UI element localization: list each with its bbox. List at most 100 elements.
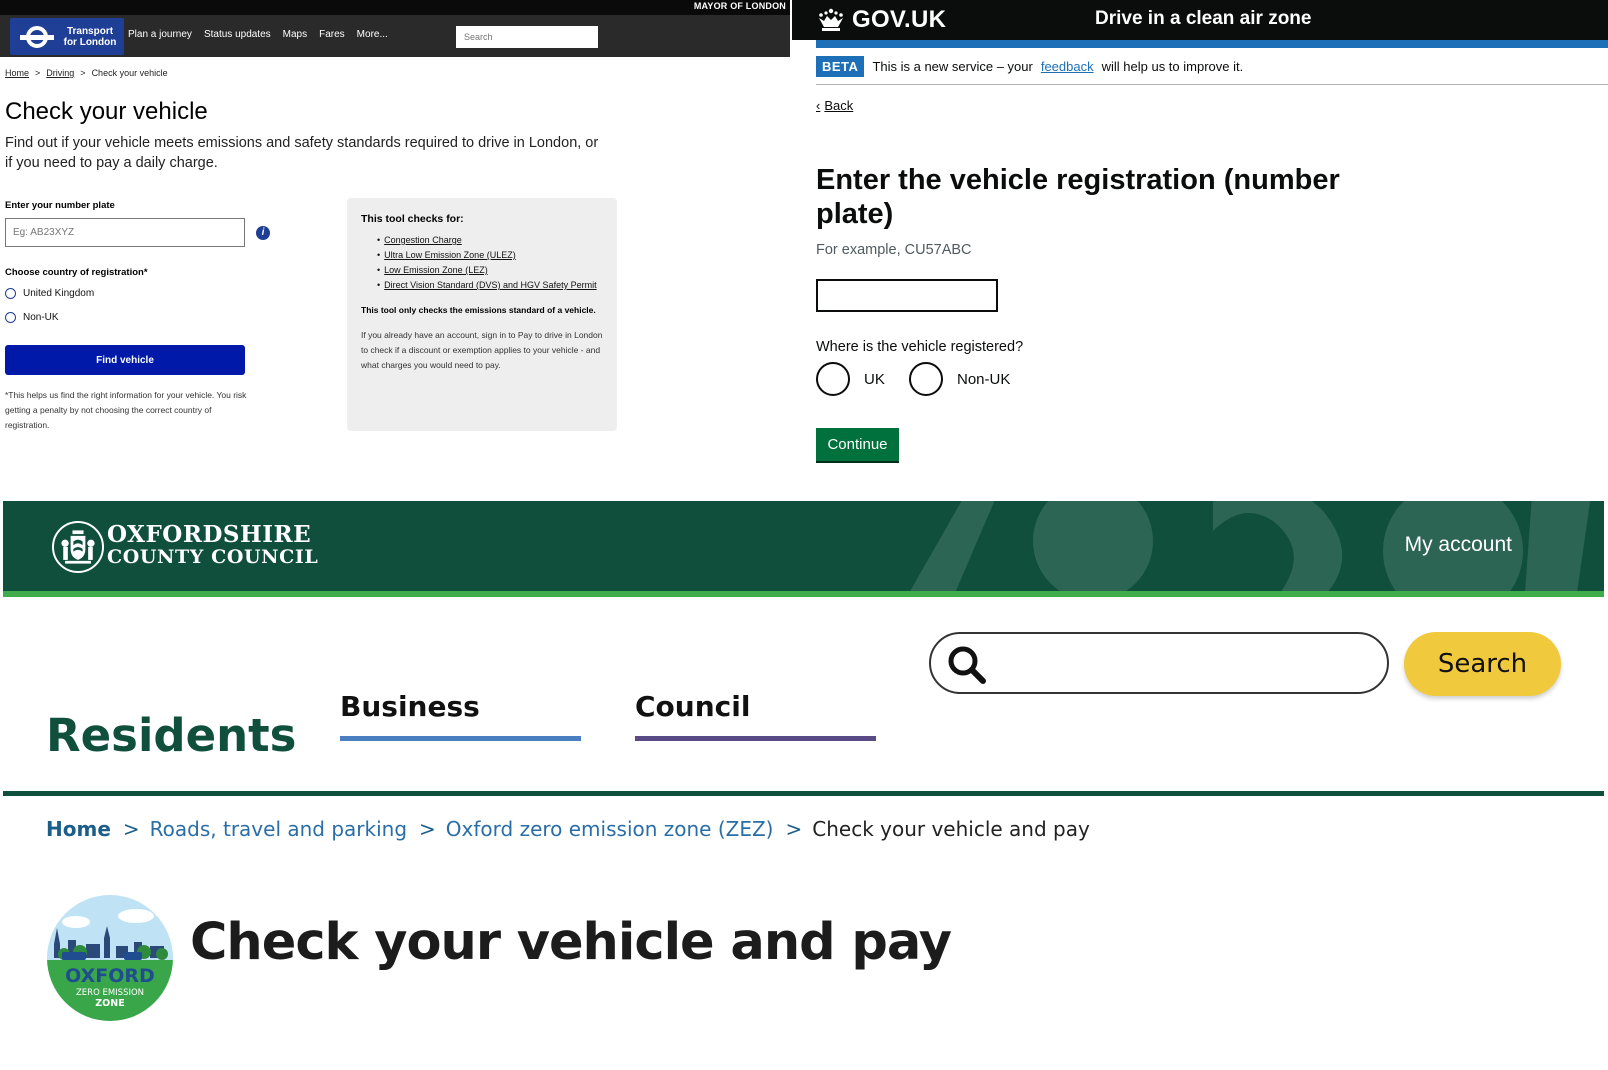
link-ulez[interactable]: Ultra Low Emission Zone (ULEZ) [384, 248, 516, 263]
radio-circle[interactable] [5, 288, 16, 299]
radio-circle[interactable] [816, 362, 850, 396]
link-lez[interactable]: Low Emission Zone (LEZ) [384, 263, 488, 278]
breadcrumb-home[interactable]: Home [5, 68, 29, 78]
tfl-roundel-icon [20, 26, 54, 48]
back-link[interactable]: ‹ Back [816, 98, 853, 113]
govuk-logo[interactable]: GOV.UK [852, 6, 946, 34]
breadcrumb-sep: > [785, 817, 803, 841]
feedback-link[interactable]: feedback [1041, 59, 1094, 74]
govuk-clean-air-zone-panel: GOV.UK Drive in a clean air zone BETA Th… [792, 0, 1608, 490]
service-name[interactable]: Drive in a clean air zone [1095, 8, 1311, 30]
beta-text-after: will help us to improve it. [1101, 59, 1244, 74]
radio-label: UK [864, 370, 885, 388]
breadcrumb-current: Check your vehicle and pay [812, 817, 1090, 841]
badge-line2: ZERO EMISSION [76, 988, 144, 998]
link-congestion-charge[interactable]: Congestion Charge [384, 233, 462, 248]
breadcrumb-driving[interactable]: Driving [46, 68, 74, 78]
page-title: Check your vehicle [5, 98, 208, 125]
info-icon[interactable]: i [256, 226, 270, 240]
nav-rule [3, 791, 1604, 796]
registration-heading: Enter the vehicle registration (number p… [816, 164, 1340, 230]
nav-more[interactable]: More... [357, 29, 388, 40]
breadcrumb-sep: > [35, 68, 41, 78]
nav-fares[interactable]: Fares [319, 29, 345, 40]
list-item: • Low Emission Zone (LEZ) [377, 263, 603, 278]
breadcrumb: Home > Roads, travel and parking > Oxfor… [46, 817, 1090, 841]
nav-plan-journey[interactable]: Plan a journey [128, 29, 192, 40]
oxfordshire-header: OXFORDSHIRE COUNTY COUNCIL My account [3, 501, 1604, 591]
breadcrumb-roads[interactable]: Roads, travel and parking [150, 817, 407, 841]
logo-line2: COUNTY COUNCIL [107, 546, 319, 568]
tfl-search-input[interactable] [456, 26, 598, 48]
country-label: Choose country of registration* [5, 267, 148, 278]
tfl-breadcrumb: Home > Driving > Check your vehicle [5, 68, 168, 78]
chevron-left-icon: ‹ [816, 98, 821, 113]
radio-non-uk[interactable]: Non-UK [5, 312, 59, 323]
beta-text-before: This is a new service – your [872, 59, 1033, 74]
badge-line3: ZONE [95, 998, 124, 1009]
nav-maps[interactable]: Maps [283, 29, 307, 40]
find-vehicle-button[interactable]: Find vehicle [5, 345, 245, 375]
registration-input[interactable] [816, 279, 998, 312]
list-item: • Direct Vision Standard (DVS) and HGV Sa… [377, 278, 603, 293]
page-title: Check your vehicle and pay [190, 913, 952, 972]
tfl-logo-text: Transport for London [59, 26, 121, 48]
radio-non-uk[interactable]: Non-UK [909, 362, 1010, 396]
tab-residents[interactable]: Residents [46, 709, 296, 762]
govuk-header: GOV.UK Drive in a clean air zone [792, 0, 1608, 40]
tab-business[interactable]: Business [340, 690, 480, 723]
radio-circle[interactable] [909, 362, 943, 396]
govuk-blue-bar [816, 40, 1608, 48]
phase-banner: BETA This is a new service – your feedba… [816, 56, 1243, 77]
oxfordshire-zez-panel: OXFORDSHIRE COUNTY COUNCIL My account Se… [0, 501, 1608, 1070]
search-button[interactable]: Search [1404, 632, 1561, 696]
page-intro: Find out if your vehicle meets emissions… [5, 135, 599, 171]
radio-circle[interactable] [5, 312, 16, 323]
zez-badge-icon: OXFORD ZERO EMISSION ZONE [47, 895, 173, 1021]
link-dvs-hgv[interactable]: Direct Vision Standard (DVS) and HGV Saf… [384, 278, 596, 293]
divider [816, 84, 1608, 85]
tfl-logo-line2: for London [63, 37, 117, 48]
tool-checks-box: This tool checks for: • Congestion Charge… [347, 198, 617, 431]
nav-status-updates[interactable]: Status updates [204, 29, 271, 40]
badge-line1: OXFORD [65, 965, 155, 987]
breadcrumb-zez[interactable]: Oxford zero emission zone (ZEZ) [446, 817, 774, 841]
beta-tag: BETA [816, 56, 865, 77]
accent-bar [3, 591, 1604, 597]
tfl-logo[interactable]: Transport for London [10, 18, 124, 55]
my-account-link[interactable]: My account [1405, 533, 1512, 557]
tab-council[interactable]: Council [635, 690, 750, 723]
emissions-only-note: This tool only checks the emissions stan… [361, 305, 596, 315]
tfl-nav-links: Plan a journey Status updates Maps Fares… [128, 29, 388, 40]
tool-checks-title: This tool checks for: [361, 213, 464, 225]
mayor-label: MAYOR OF LONDON [693, 1, 786, 11]
number-plate-label: Enter your number plate [5, 200, 115, 211]
tfl-logo-line1: Transport [66, 26, 114, 37]
list-item: • Congestion Charge [377, 233, 603, 248]
radio-label: Non-UK [957, 370, 1011, 388]
radio-label: United Kingdom [23, 288, 95, 299]
number-plate-input[interactable] [5, 218, 245, 247]
breadcrumb-sep: > [80, 68, 86, 78]
tab-council-underline [635, 736, 876, 741]
breadcrumb-sep: > [122, 817, 140, 841]
search-input[interactable] [929, 632, 1389, 694]
account-note: If you already have an account, sign in … [361, 330, 603, 370]
breadcrumb-sep: > [419, 817, 436, 841]
breadcrumb-home[interactable]: Home [46, 817, 111, 841]
tfl-top-nav: Transport for London Plan a journey Stat… [0, 15, 790, 57]
list-item: • Ultra Low Emission Zone (ULEZ) [377, 248, 603, 263]
breadcrumb-current: Check your vehicle [91, 68, 168, 78]
oxfordshire-logo[interactable]: OXFORDSHIRE COUNTY COUNCIL [107, 521, 319, 568]
continue-button[interactable]: Continue [816, 428, 899, 461]
radio-united-kingdom[interactable]: United Kingdom [5, 288, 94, 299]
tfl-check-vehicle-panel: MAYOR OF LONDON Transport for London Pla… [0, 0, 790, 490]
tool-checks-list: • Congestion Charge • Ultra Low Emission Z… [361, 233, 603, 293]
radio-uk[interactable]: UK [816, 362, 885, 396]
logo-line1: OXFORDSHIRE [107, 521, 312, 548]
council-crest-icon[interactable] [52, 521, 104, 573]
back-label: Back [824, 98, 854, 113]
search-icon [948, 646, 986, 684]
registration-hint: For example, CU57ABC [816, 242, 972, 258]
crown-icon [819, 8, 843, 31]
